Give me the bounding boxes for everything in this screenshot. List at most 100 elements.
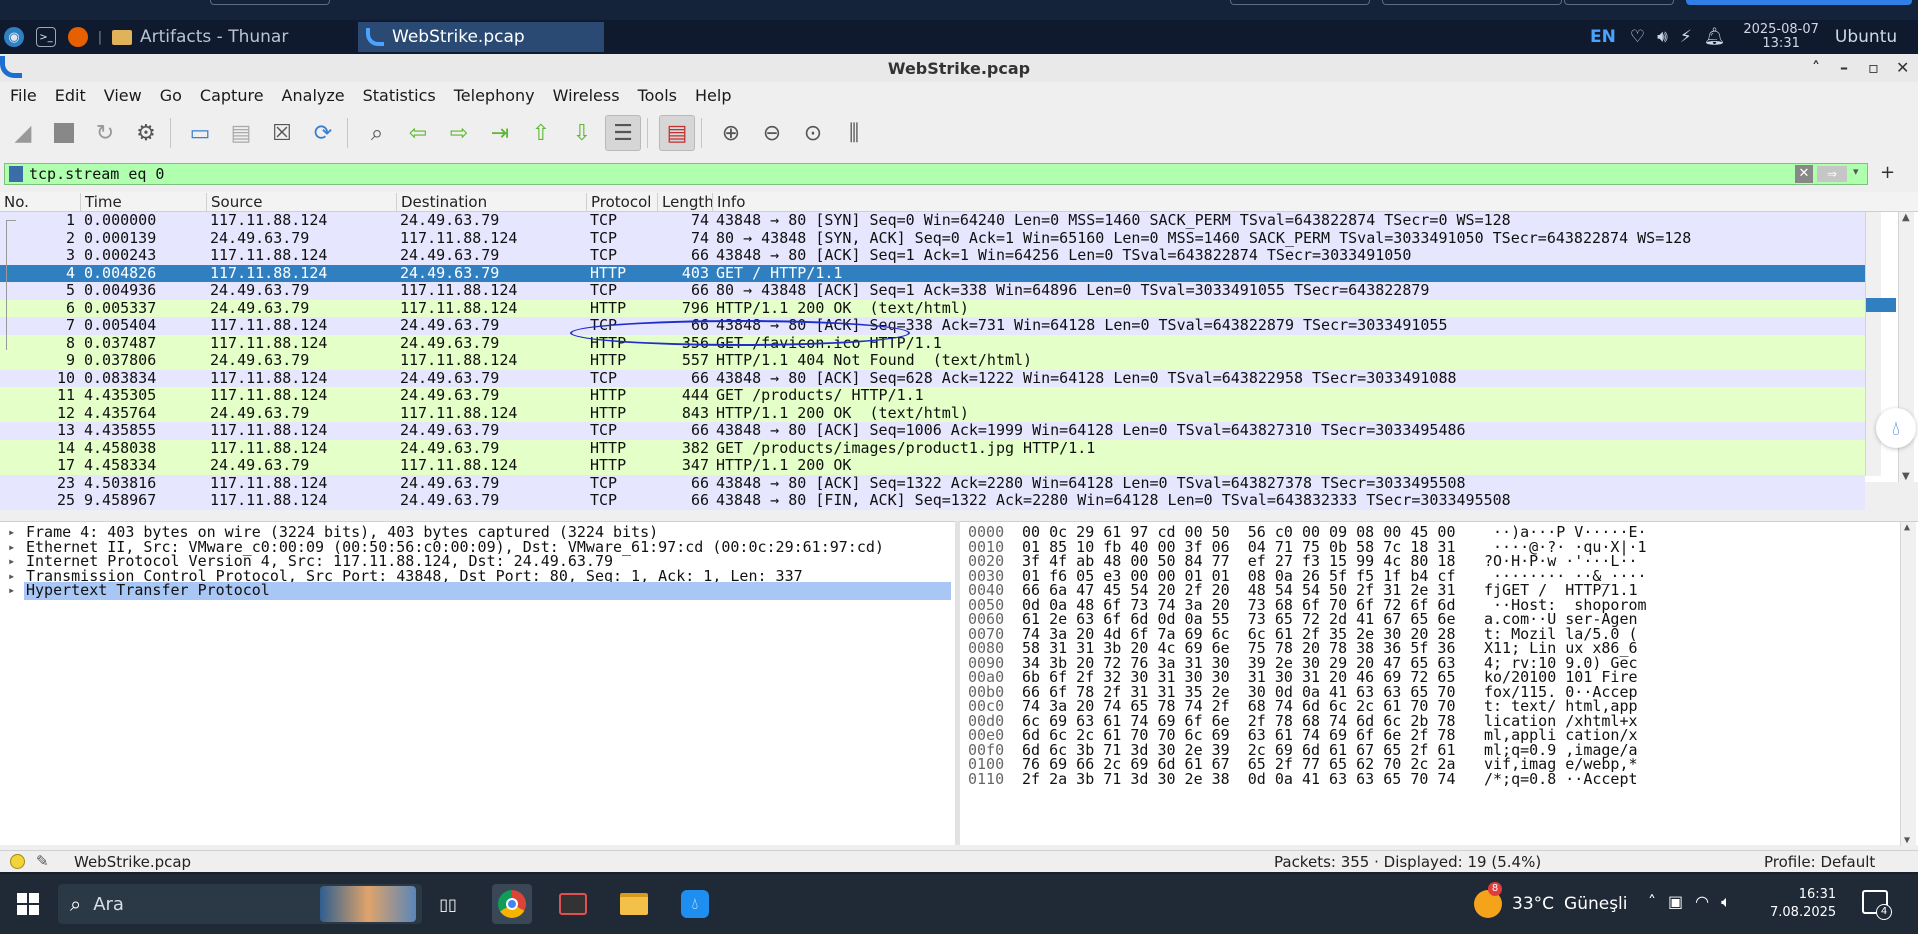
expert-info-icon[interactable] [10,854,25,869]
autoscroll-icon[interactable]: ☰ [605,115,641,151]
column-protocol[interactable]: Protocol [586,193,651,212]
remote-tab-ghost[interactable] [1230,0,1370,5]
go-forward-icon[interactable]: ⇨ [441,115,477,151]
taskbar-clock[interactable]: 16:31 7.08.2025 [1770,886,1836,922]
menu-telephony[interactable]: Telephony [444,86,543,105]
menu-analyze[interactable]: Analyze [272,86,353,105]
menu-statistics[interactable]: Statistics [353,86,444,105]
normal-size-icon[interactable]: ⊙ [795,115,831,151]
close-file-icon[interactable]: ☒ [264,115,300,151]
app-drop-icon[interactable]: 💧︎ [675,884,715,924]
packet-row[interactable]: 13 4.435855 117.11.88.124 24.49.63.79 TCP 66 4… [0,421,1865,440]
panel-user[interactable]: Ubuntu [1835,27,1897,47]
restart-capture-icon[interactable]: ↻ [87,115,123,151]
chevron-up-icon[interactable]: ˄ [1648,892,1656,912]
column-info[interactable]: Info [712,193,745,212]
packet-row[interactable]: 6 0.005337 24.49.63.79 117.11.88.124 HTTP 796… [0,299,1865,317]
remote-tab-ghost[interactable] [210,0,330,5]
weather-widget[interactable]: 8 33°C Güneşli [1474,882,1628,924]
packet-row[interactable]: 4 0.004826 117.11.88.124 24.49.63.79 HTTP 403… [0,264,1865,282]
packet-row[interactable]: 25 9.458967 117.11.88.124 24.49.63.79 TCP 66 4… [0,491,1865,510]
task-view-icon[interactable]: ▯▯ [428,884,468,924]
file-explorer-icon[interactable] [614,884,654,924]
notification-bell-icon[interactable]: 🔔︎ [1704,27,1726,47]
packet-row[interactable]: 10 0.083834 117.11.88.124 24.49.63.79 TCP 66 4… [0,369,1865,387]
last-packet-icon[interactable]: ⇩ [564,115,600,151]
wifi-icon[interactable]: ◠ [1695,892,1709,912]
packet-row[interactable]: 2 0.000139 24.49.63.79 117.11.88.124 TCP 74 80… [0,229,1865,247]
column-length[interactable]: Length [657,193,714,212]
menu-go[interactable]: Go [150,86,190,105]
packet-row[interactable]: 11 4.435305 117.11.88.124 24.49.63.79 HTTP 44… [0,386,1865,405]
zoom-out-icon[interactable]: ⊖ [754,115,790,151]
colorize-icon[interactable]: ▤ [659,115,695,151]
scroll-down-icon[interactable]: ▼ [1902,471,1910,482]
packet-row[interactable]: 3 0.000243 117.11.88.124 24.49.63.79 TCP 66 43… [0,246,1865,265]
scroll-up-icon[interactable]: ▲ [1902,212,1910,223]
floating-assistant-icon[interactable]: 💧︎ [1876,408,1916,448]
column-destination[interactable]: Destination [396,193,487,212]
menu-help[interactable]: Help [685,86,739,105]
status-profile[interactable]: Profile: Default [1764,853,1875,871]
go-back-icon[interactable]: ⇦ [400,115,436,151]
minimize-button[interactable]: – [1840,58,1848,77]
menu-view[interactable]: View [94,86,150,105]
network-icon[interactable]: ♡ [1630,27,1645,47]
panel-clock[interactable]: 2025-08-07 13:31 [1743,23,1819,51]
menu-tools[interactable]: Tools [628,86,685,105]
first-packet-icon[interactable]: ⇧ [523,115,559,151]
add-filter-button[interactable]: + [1880,162,1895,183]
volume-icon[interactable]: 🔊︎ [1657,27,1668,47]
start-capture-icon[interactable]: ◢ [5,115,41,151]
bookmark-icon[interactable] [9,166,23,182]
window-titlebar[interactable]: WebStrike.pcap ˄ – ▫ ✕ [0,54,1918,82]
capture-comment-icon[interactable]: ✎ [36,852,49,870]
stop-capture-icon[interactable] [46,115,82,151]
filter-dropdown-icon[interactable]: ▾ [1853,165,1859,178]
save-file-icon[interactable]: ▤ [223,115,259,151]
packet-row[interactable]: 17 4.458334 24.49.63.79 117.11.88.124 HTTP 34… [0,456,1865,475]
menu-wireless[interactable]: Wireless [543,86,628,105]
remote-tab-ghost[interactable] [1382,0,1562,5]
open-file-icon[interactable]: ▭ [182,115,218,151]
taskbar-search[interactable]: ⌕ Ara [58,884,422,924]
firefox-icon[interactable] [68,27,88,47]
speaker-icon[interactable]: 🔈︎ [1721,892,1731,912]
maximize-button[interactable]: ▫ [1868,58,1879,77]
go-to-packet-icon[interactable]: ⇥ [482,115,518,151]
task-wireshark[interactable]: WebStrike.pcap [358,22,604,52]
terminal-icon[interactable]: >_ [36,27,56,47]
menu-edit[interactable]: Edit [45,86,94,105]
bytes-scrollbar[interactable]: ▲ ▼ [1900,522,1916,846]
notification-center-icon[interactable]: 4 [1862,890,1892,920]
column-no[interactable]: No. [0,193,29,212]
find-packet-icon[interactable]: ⌕ [359,115,395,151]
detail-tree-item[interactable]: ▸ Hypertext Transfer Protocol [0,581,955,600]
packet-row[interactable]: 5 0.004936 24.49.63.79 117.11.88.124 TCP 66 80… [0,281,1865,300]
capture-options-icon[interactable]: ⚙ [128,115,164,151]
packet-row[interactable]: 7 0.005404 117.11.88.124 24.49.63.79 TCP 66 43… [0,316,1865,335]
column-source[interactable]: Source [206,193,263,212]
scroll-down-icon[interactable]: ▼ [1904,835,1910,846]
packet-row[interactable]: 12 4.435764 24.49.63.79 117.11.88.124 HTTP 84… [0,404,1865,422]
remote-tab-ghost[interactable] [1564,0,1674,5]
packet-row[interactable]: 23 4.503816 117.11.88.124 24.49.63.79 TCP 66 4… [0,474,1865,492]
display-filter-input[interactable]: tcp.stream eq 0 ✕ ⇒ ▾ [4,163,1868,185]
packet-row[interactable]: 1 0.000000 117.11.88.124 24.49.63.79 TCP 74 43… [0,211,1865,230]
packet-row[interactable]: 9 0.037806 24.49.63.79 117.11.88.124 HTTP 557… [0,351,1865,370]
camera-icon[interactable]: ▣ [1668,892,1683,912]
close-button[interactable]: ✕ [1896,58,1909,77]
scroll-up-icon[interactable]: ▲ [1904,522,1910,533]
language-indicator[interactable]: EN [1590,27,1616,47]
shade-button[interactable]: ˄ [1812,58,1820,77]
task-thunar[interactable]: Artifacts - Thunar [104,22,354,52]
zoom-in-icon[interactable]: ⊕ [713,115,749,151]
packet-row[interactable]: 8 0.037487 117.11.88.124 24.49.63.79 HTTP 356… [0,334,1865,352]
packet-row[interactable]: 14 4.458038 117.11.88.124 24.49.63.79 HTTP 38… [0,439,1865,457]
windows-start-icon[interactable] [8,884,48,924]
clear-filter-icon[interactable]: ✕ [1795,165,1813,183]
reload-file-icon[interactable]: ⟳ [305,115,341,151]
apply-filter-icon[interactable]: ⇒ [1817,166,1847,182]
remote-desktop-icon[interactable] [553,884,593,924]
whisker-menu-icon[interactable]: ◉ [4,27,24,47]
